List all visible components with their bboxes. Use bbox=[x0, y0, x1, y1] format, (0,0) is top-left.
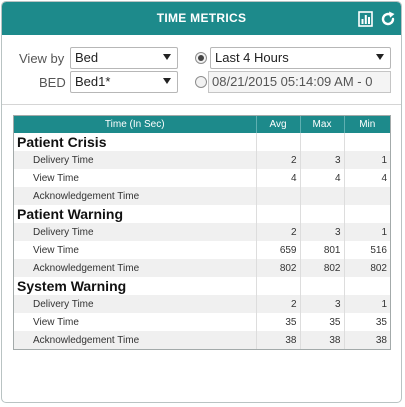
metric-label: Delivery Time bbox=[14, 295, 257, 313]
view-by-select[interactable]: Bed bbox=[70, 47, 178, 69]
bed-value: Bed1* bbox=[75, 74, 111, 89]
date-radio[interactable] bbox=[195, 76, 207, 88]
chevron-down-icon bbox=[376, 54, 384, 60]
group-row-patient-crisis: Patient Crisis bbox=[14, 133, 390, 151]
divider bbox=[2, 104, 401, 105]
max-value: 3 bbox=[300, 223, 345, 241]
group-row-patient-warning: Patient Warning bbox=[14, 205, 390, 223]
group-row-system-warning: System Warning bbox=[14, 277, 390, 295]
panel-title: TIME METRICS bbox=[156, 11, 247, 25]
metric-label: Delivery Time bbox=[14, 151, 257, 169]
table-row: View Time 35 35 35 bbox=[14, 313, 390, 331]
max-value: 3 bbox=[300, 151, 345, 169]
date-range-input[interactable]: 08/21/2015 05:14:09 AM - 0 bbox=[208, 71, 391, 93]
min-value: 1 bbox=[344, 295, 390, 313]
time-range-select[interactable]: Last 4 Hours bbox=[210, 47, 391, 69]
max-value: 38 bbox=[300, 331, 345, 349]
metric-label: View Time bbox=[14, 313, 257, 331]
min-value: 516 bbox=[370, 244, 387, 256]
min-value: 38 bbox=[344, 331, 390, 349]
max-value: 801 bbox=[300, 241, 345, 259]
chevron-down-icon bbox=[163, 78, 171, 84]
avg-value bbox=[256, 187, 301, 205]
col-header-avg: Avg bbox=[256, 116, 301, 133]
avg-value: 659 bbox=[256, 241, 301, 259]
avg-value: 802 bbox=[256, 259, 301, 277]
table-row: Acknowledgement Time 38 38 38 bbox=[14, 331, 390, 349]
min-value: 4 bbox=[381, 172, 387, 184]
group-name: System Warning bbox=[14, 277, 257, 295]
col-header-max: Max bbox=[300, 116, 345, 133]
avg-value: 2 bbox=[256, 295, 301, 313]
avg-value: 2 bbox=[256, 223, 301, 241]
max-value bbox=[300, 187, 345, 205]
refresh-icon[interactable] bbox=[379, 10, 397, 28]
metrics-table: Time (In Sec) Avg Max Min Patient Crisis… bbox=[13, 115, 391, 350]
max-value: 4 bbox=[300, 169, 345, 187]
min-value: 1 bbox=[344, 223, 390, 241]
col-header-min: Min bbox=[344, 116, 390, 133]
metric-label: Acknowledgement Time bbox=[14, 259, 257, 277]
table-row: Delivery Time 2 3 1 bbox=[14, 151, 390, 169]
time-range-value: Last 4 Hours bbox=[215, 50, 289, 65]
min-value bbox=[344, 187, 390, 205]
metric-label: Delivery Time bbox=[14, 223, 257, 241]
avg-value: 38 bbox=[256, 331, 301, 349]
bar-chart-icon[interactable] bbox=[357, 10, 375, 28]
chevron-down-icon bbox=[163, 54, 171, 60]
bed-select[interactable]: Bed1* bbox=[70, 71, 178, 93]
filter-controls: View by Bed BED Bed1* Last 4 Hours 08/21… bbox=[2, 35, 401, 100]
metric-label: View Time bbox=[14, 241, 257, 259]
max-value: 3 bbox=[300, 295, 345, 313]
metric-label: Acknowledgement Time bbox=[14, 331, 257, 349]
min-value: 1 bbox=[344, 151, 390, 169]
col-header-time: Time (In Sec) bbox=[14, 116, 257, 133]
table-row: Acknowledgement Time 802 802 802 bbox=[14, 259, 390, 277]
table-row: View Time 4 4 4 bbox=[14, 169, 390, 187]
date-range-value: 08/21/2015 05:14:09 AM - 0 bbox=[212, 74, 373, 89]
table-row: Delivery Time 2 3 1 bbox=[14, 295, 390, 313]
avg-value: 35 bbox=[256, 313, 301, 331]
metric-label: View Time bbox=[14, 169, 257, 187]
avg-value: 4 bbox=[256, 169, 301, 187]
table-row: View Time 659 801 516 bbox=[14, 241, 390, 259]
bed-label: BED bbox=[39, 75, 66, 90]
panel-header: TIME METRICS bbox=[2, 2, 401, 35]
min-value: 802 bbox=[344, 259, 390, 277]
metric-label: Acknowledgement Time bbox=[14, 187, 257, 205]
view-by-label: View by bbox=[19, 51, 65, 66]
group-name: Patient Warning bbox=[14, 205, 257, 223]
max-value: 802 bbox=[300, 259, 345, 277]
min-value: 35 bbox=[375, 316, 387, 328]
range-radio[interactable] bbox=[195, 52, 207, 64]
avg-value: 2 bbox=[256, 151, 301, 169]
time-metrics-panel: TIME METRICS View by Bed BED Bed1* Last … bbox=[1, 1, 402, 403]
table-row: Acknowledgement Time bbox=[14, 187, 390, 205]
table-row: Delivery Time 2 3 1 bbox=[14, 223, 390, 241]
group-name: Patient Crisis bbox=[14, 133, 257, 151]
table-header-row: Time (In Sec) Avg Max Min bbox=[14, 116, 390, 133]
max-value: 35 bbox=[300, 313, 345, 331]
view-by-value: Bed bbox=[75, 50, 99, 65]
